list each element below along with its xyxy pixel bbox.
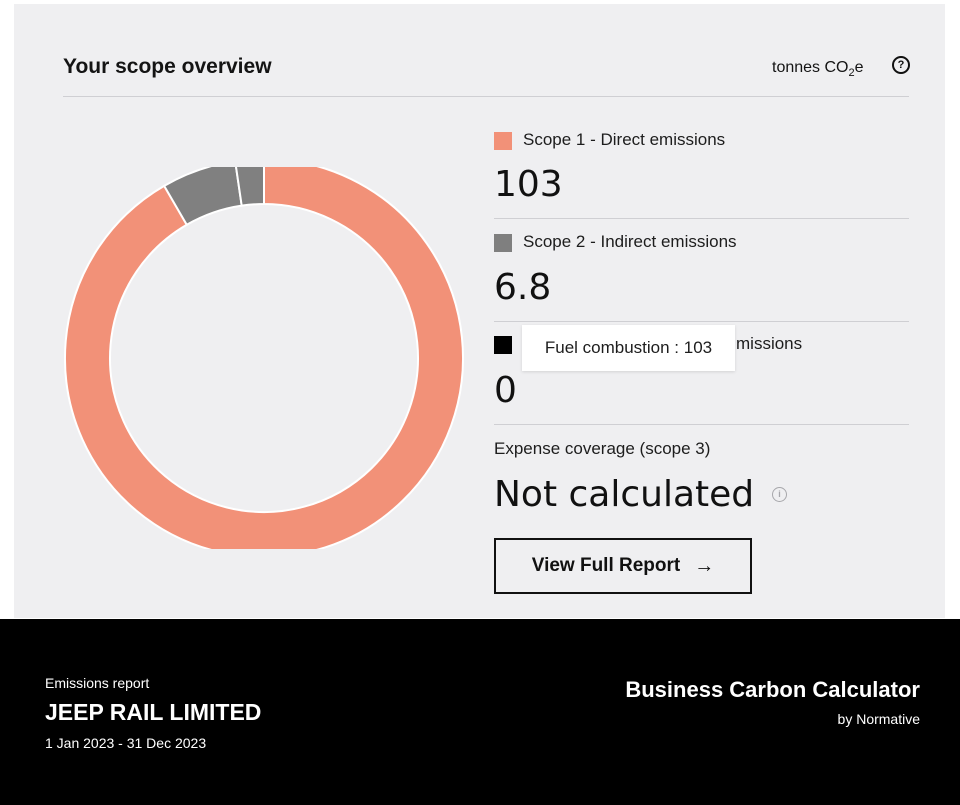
scope3-swatch xyxy=(494,336,512,354)
unit-subscript: 2 xyxy=(848,67,855,79)
footer-report-label: Emissions report xyxy=(45,675,150,691)
legend-divider-2 xyxy=(494,321,909,322)
footer-brand: Business Carbon Calculator xyxy=(625,677,920,702)
scope1-value: 103 xyxy=(494,164,563,205)
expense-coverage-value: Not calculated xyxy=(494,474,755,515)
donut-slice-1[interactable] xyxy=(64,167,464,549)
scope3-value: 0 xyxy=(494,370,517,411)
panel-title: Your scope overview xyxy=(63,55,272,78)
scope3-label: missions xyxy=(736,334,803,353)
question-circle-icon[interactable]: ? xyxy=(892,56,910,74)
arrow-right-icon: → xyxy=(694,554,715,577)
footer-period: 1 Jan 2023 - 31 Dec 2023 xyxy=(45,735,207,751)
chart-tooltip: Fuel combustion : 103 xyxy=(522,325,735,371)
scope1-swatch xyxy=(494,132,512,150)
legend-divider-1 xyxy=(494,218,909,219)
view-full-report-label: View Full Report xyxy=(531,555,681,576)
scope2-value: 6.8 xyxy=(494,267,552,308)
legend-divider-3 xyxy=(494,424,909,425)
info-icon[interactable]: i xyxy=(772,487,787,502)
header-divider xyxy=(63,96,909,97)
scope1-label: Scope 1 - Direct emissions xyxy=(523,130,726,149)
scope2-label: Scope 2 - Indirect emissions xyxy=(523,232,737,251)
footer-by-normative: by Normative xyxy=(837,711,920,727)
unit-suffix: e xyxy=(854,59,864,76)
view-full-report-button[interactable]: View Full Report → xyxy=(494,538,752,594)
expense-coverage-label: Expense coverage (scope 3) xyxy=(494,439,711,458)
scope2-swatch xyxy=(494,234,512,252)
unit-prefix: tonnes CO xyxy=(772,59,849,76)
report-footer: Emissions report JEEP RAIL LIMITED 1 Jan… xyxy=(0,619,960,805)
footer-company-name: JEEP RAIL LIMITED xyxy=(45,699,262,725)
emissions-donut-chart xyxy=(64,167,464,549)
unit-label: tonnes CO 2 e xyxy=(772,59,864,79)
